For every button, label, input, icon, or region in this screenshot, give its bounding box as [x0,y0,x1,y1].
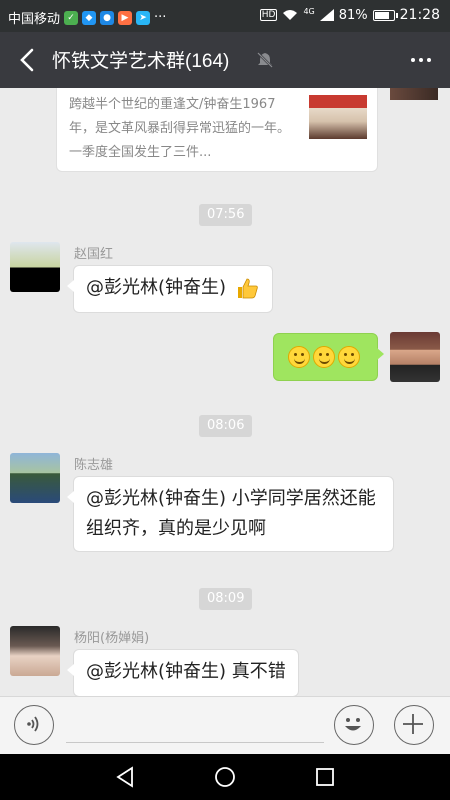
signal-icon [319,9,334,21]
weibo-notification-icon: ● [100,10,115,25]
avatar[interactable] [390,88,438,100]
message-text: @彭光林(钟奋生) 小学同学居然还能组织齐，真的是少见啊 [86,488,376,539]
avatar[interactable] [10,242,60,292]
more-dot [419,58,423,62]
back-arrow-icon [20,48,34,72]
time-stamp: 08:06 [199,415,253,437]
battery-percent: 81% [338,7,368,23]
carrier-label: 中国移动 [8,12,61,27]
back-triangle-icon [116,766,133,788]
nav-back-button[interactable] [110,762,140,792]
more-dots-icon [411,58,415,62]
send-notification-icon: ➤ [136,10,151,25]
voice-icon [27,716,39,732]
my-avatar[interactable] [390,332,440,382]
more-dot [427,58,431,62]
smiley-icon [313,346,335,368]
emoji-icon [345,718,362,731]
network-type-label: 4G [303,6,315,16]
voice-button[interactable] [14,705,54,745]
system-nav-bar [0,754,450,800]
back-button[interactable] [8,40,48,80]
chat-header: 怀铁文学艺术群(164) [0,32,450,88]
shared-article-card[interactable]: 跨越半个世纪的重逢文/钟奋生1967年，是文革风暴刮得异常迅猛的一年。一季度全国… [56,88,378,172]
recents-square-icon [316,768,334,786]
article-description: 跨越半个世纪的重逢文/钟奋生1967年，是文革风暴刮得异常迅猛的一年。一季度全国… [69,97,291,160]
message-bubble[interactable]: @彭光林(钟奋生) [67,265,273,313]
smiley-icon [338,346,360,368]
clock: 21:28 [399,7,440,23]
wifi-icon [283,10,298,20]
chat-title: 怀铁文学艺术群(164) [52,51,230,72]
more-functions-button[interactable] [394,705,434,745]
plus-icon [403,714,424,735]
time-stamp: 08:09 [199,588,253,610]
more-notifications-icon: ··· [154,10,167,25]
message-input[interactable] [66,709,324,743]
battery-icon [372,9,398,21]
sender-name: 杨阳(杨婵娟) [74,631,150,646]
video-notification-icon: ▶ [118,10,133,25]
message-text: @彭光林(钟奋生) [86,277,227,298]
message-bubble[interactable]: @彭光林(钟奋生) 小学同学居然还能组织齐，真的是少见啊 [67,476,394,552]
message-bubble-outgoing[interactable] [273,333,384,381]
message-bubble[interactable]: @彭光林(钟奋生) 真不错 [67,649,299,696]
emoji-button[interactable] [334,705,374,745]
status-bar: 中国移动 ✓ ◆ ● ▶ ➤ ··· HD 4G 81% 21:28 [0,0,450,32]
smiley-icon [288,346,310,368]
nav-home-button[interactable] [210,762,240,792]
mute-bell-icon [257,52,273,68]
input-bar [0,696,450,754]
chat-area[interactable]: 跨越半个世纪的重逢文/钟奋生1967年，是文革风暴刮得异常迅猛的一年。一季度全国… [0,88,450,696]
nav-recents-button[interactable] [310,762,340,792]
app-notification-icon: ◆ [82,10,97,25]
hd-badge: HD [259,9,278,21]
message-text: @彭光林(钟奋生) 真不错 [86,661,286,682]
sender-name: 赵国红 [74,247,114,262]
avatar[interactable] [10,626,60,676]
home-circle-icon [215,767,235,787]
thumbs-up-icon [237,278,258,299]
more-options-button[interactable] [404,46,438,74]
sender-name: 陈志雄 [74,458,114,473]
article-thumbnail [309,95,367,139]
battery-fill [374,11,390,19]
time-stamp: 07:56 [199,204,253,226]
avatar[interactable] [10,453,60,503]
notification-icon: ✓ [64,10,79,25]
